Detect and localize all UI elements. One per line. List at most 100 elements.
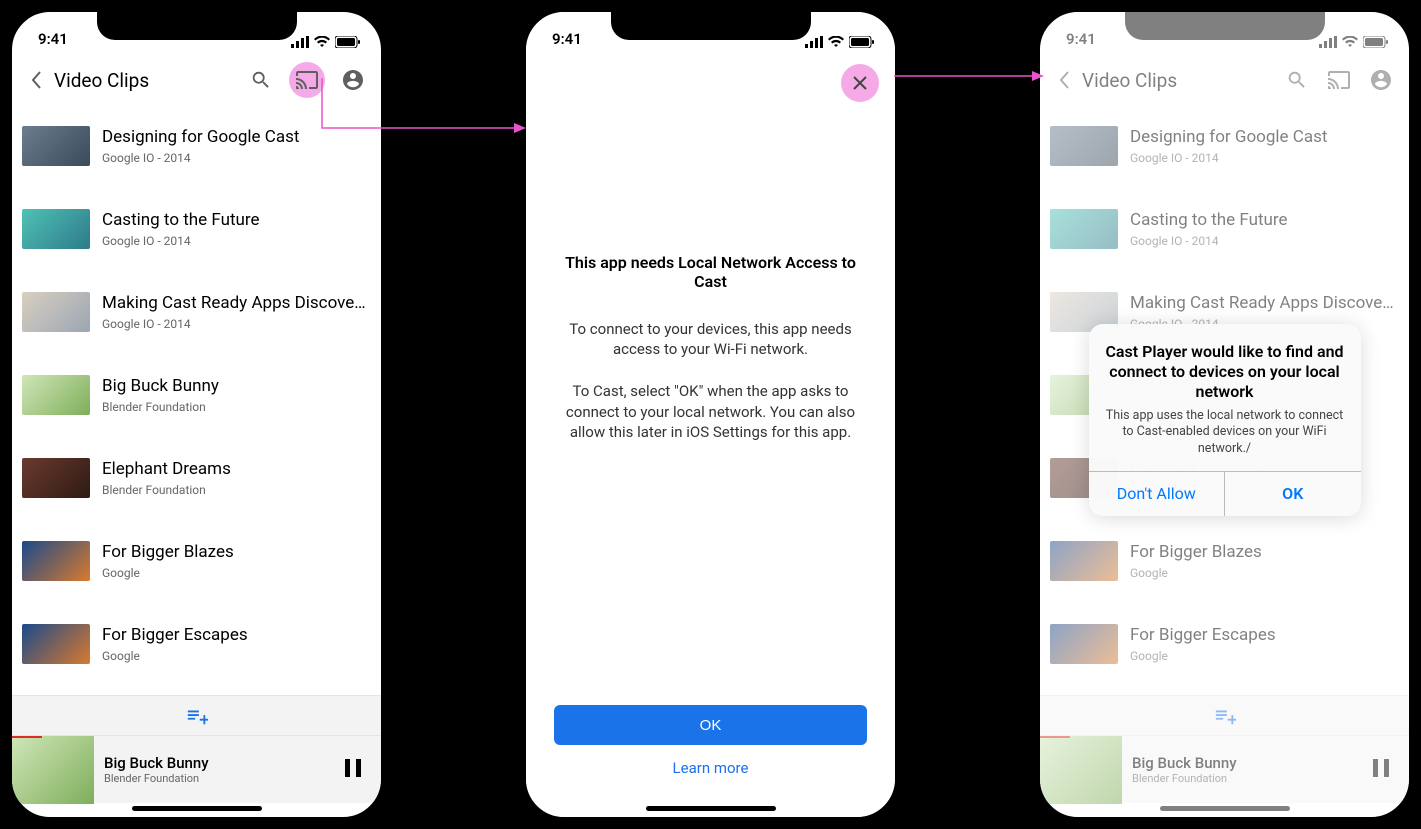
cast-icon — [295, 68, 319, 92]
account-button[interactable] — [1367, 66, 1395, 94]
list-item[interactable]: For Bigger BlazesGoogle — [12, 519, 381, 602]
item-subtitle: Google — [1130, 649, 1276, 663]
list-item[interactable]: Designing for Google Cast Google IO - 201… — [12, 104, 381, 187]
playlist-add-icon — [186, 705, 208, 727]
thumbnail — [22, 541, 90, 581]
clock-label: 9:41 — [32, 30, 68, 48]
info-sheet: This app needs Local Network Access to C… — [526, 12, 895, 817]
item-subtitle: Blender Foundation — [102, 483, 231, 497]
info-paragraph: To connect to your devices, this app nee… — [552, 319, 869, 360]
thumbnail — [1050, 209, 1118, 249]
wifi-icon — [314, 36, 330, 48]
cast-icon — [1327, 68, 1351, 92]
status-indicators — [805, 36, 875, 48]
list-item[interactable]: Making Cast Ready Apps Discoverable Googl… — [12, 270, 381, 353]
cellular-icon — [805, 36, 823, 48]
close-icon — [852, 75, 868, 91]
cast-button[interactable] — [1325, 66, 1353, 94]
item-title: For Bigger Escapes — [102, 625, 248, 645]
search-icon — [1286, 69, 1308, 91]
item-title: For Bigger Blazes — [1130, 542, 1262, 562]
phone-screen-dialog: 9:41 Video Clips Designing for Google Ca… — [1030, 2, 1419, 827]
cellular-icon — [291, 36, 309, 48]
thumbnail — [1050, 541, 1118, 581]
phone-screen-list: 9:41 Video Clips Designing for Google Ca… — [2, 2, 391, 827]
add-to-queue-button[interactable] — [12, 695, 381, 735]
pause-button[interactable] — [1371, 757, 1397, 783]
pause-button[interactable] — [343, 757, 369, 783]
item-subtitle: Google IO - 2014 — [1130, 234, 1288, 248]
pause-icon — [1371, 757, 1391, 779]
wifi-icon — [828, 36, 844, 48]
playlist-add-icon — [1214, 705, 1236, 727]
home-indicator — [1160, 806, 1290, 811]
back-button[interactable] — [22, 70, 50, 90]
ok-button[interactable]: OK — [554, 705, 868, 745]
cast-button[interactable] — [289, 62, 325, 98]
chevron-left-icon — [1058, 70, 1070, 90]
list-item[interactable]: For Bigger EscapesGoogle — [12, 602, 381, 685]
now-playing-bar[interactable]: Big Buck BunnyBlender Foundation — [1040, 735, 1409, 803]
now-playing-thumb — [12, 736, 94, 804]
list-item[interactable]: Designing for Google Cast Google IO - 201… — [1040, 104, 1409, 187]
item-subtitle: Google — [1130, 566, 1262, 580]
battery-icon — [849, 36, 875, 48]
thumbnail — [22, 126, 90, 166]
item-title: For Bigger Escapes — [1130, 625, 1276, 645]
learn-more-link[interactable]: Learn more — [673, 759, 749, 777]
deny-button[interactable]: Don't Allow — [1089, 472, 1225, 516]
list-item[interactable]: Casting to the Future Google IO - 2014 — [1040, 187, 1409, 270]
home-indicator — [646, 806, 776, 811]
battery-icon — [335, 36, 361, 48]
item-subtitle: Google — [102, 566, 234, 580]
info-headline: This app needs Local Network Access to C… — [552, 253, 869, 291]
now-playing-bar[interactable]: Big Buck BunnyBlender Foundation — [12, 735, 381, 803]
item-title: Elephant Dreams — [102, 459, 231, 479]
now-playing-title: Big Buck Bunny — [104, 754, 343, 772]
item-subtitle: Google IO - 2014 — [102, 317, 371, 331]
thumbnail — [1050, 624, 1118, 664]
thumbnail — [22, 209, 90, 249]
cellular-icon — [1319, 36, 1337, 48]
item-title: Big Buck Bunny — [102, 376, 219, 396]
list-item[interactable]: Casting to the Future Google IO - 2014 — [12, 187, 381, 270]
account-button[interactable] — [339, 66, 367, 94]
list-item[interactable]: Big Buck Bunny Blender Foundation — [12, 353, 381, 436]
add-to-queue-button[interactable] — [1040, 695, 1409, 735]
back-button[interactable] — [1050, 70, 1078, 90]
wifi-icon — [1342, 36, 1358, 48]
now-playing-subtitle: Blender Foundation — [1132, 772, 1371, 785]
chevron-left-icon — [30, 70, 42, 90]
list-item[interactable]: Elephant Dreams Blender Foundation — [12, 436, 381, 519]
allow-button[interactable]: OK — [1224, 472, 1361, 516]
item-subtitle: Google IO - 2014 — [1130, 151, 1327, 165]
thumbnail — [22, 292, 90, 332]
account-icon — [1369, 68, 1393, 92]
item-subtitle: Blender Foundation — [102, 400, 219, 414]
item-title: Making Cast Ready Apps Discoverable — [1130, 293, 1399, 313]
search-button[interactable] — [247, 66, 275, 94]
list-item[interactable]: For Bigger Blazes Google — [1040, 519, 1409, 602]
app-bar: Video Clips — [12, 56, 381, 104]
thumbnail — [22, 375, 90, 415]
item-subtitle: Google IO - 2014 — [102, 234, 260, 248]
progress-indicator — [1040, 736, 1070, 738]
item-subtitle: Google IO - 2014 — [102, 151, 299, 165]
close-button[interactable] — [841, 64, 879, 102]
status-indicators — [1319, 36, 1389, 48]
battery-icon — [1363, 36, 1389, 48]
pause-icon — [343, 757, 363, 779]
item-title: Designing for Google Cast — [1130, 127, 1327, 147]
notch — [97, 12, 297, 40]
item-title: Casting to the Future — [102, 210, 260, 230]
item-title: Making Cast Ready Apps Discoverable — [102, 293, 371, 313]
item-title: Casting to the Future — [1130, 210, 1288, 230]
notch — [611, 12, 811, 40]
dialog-title: Cast Player would like to find and conne… — [1105, 342, 1345, 402]
item-title: Designing for Google Cast — [102, 127, 299, 147]
thumbnail — [1050, 126, 1118, 166]
status-indicators — [291, 36, 361, 48]
search-button[interactable] — [1283, 66, 1311, 94]
page-title: Video Clips — [50, 69, 247, 92]
list-item[interactable]: For Bigger Escapes Google — [1040, 602, 1409, 685]
